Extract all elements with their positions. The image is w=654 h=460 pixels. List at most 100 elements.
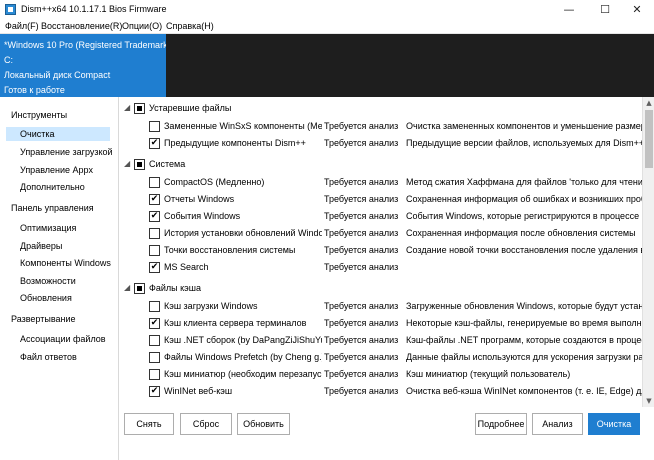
item-description: Очистка замененных компонентов и уменьше… [406, 121, 642, 131]
item-checkbox[interactable] [149, 369, 160, 380]
group-label: Устаревшие файлы [149, 103, 232, 113]
sidebar-item-drivers[interactable]: Драйверы [20, 241, 62, 251]
item-description: Кэш-файлы .NET программ, которые создают… [406, 335, 642, 345]
item-status: Требуется анализ [324, 318, 399, 328]
maximize-button[interactable]: ☐ [588, 0, 622, 19]
item-name: Точки восстановления системы [164, 245, 296, 255]
item-checkbox[interactable] [149, 245, 160, 256]
item-name: Кэш клиента сервера терминалов [164, 318, 307, 328]
item-name: Кэш миниатюр (необходим перезапуск ПК) [164, 369, 322, 379]
item-status: Требуется анализ [324, 121, 399, 131]
sidebar-item-components[interactable]: Компоненты Windows [20, 258, 111, 268]
sidebar: Инструменты Очистка Управление загрузкой… [0, 97, 119, 460]
session-panel[interactable]: *Windows 10 Pro (Registered Trademark) C… [0, 34, 171, 97]
item-name: Отчеты Windows [164, 194, 235, 204]
list-scrollbar[interactable]: ▲ ▼ [642, 97, 654, 407]
group-checkbox[interactable] [134, 103, 145, 114]
sidebar-header-tools: Инструменты [11, 110, 68, 120]
scroll-thumb[interactable] [645, 110, 653, 168]
uncheck-button[interactable]: Снять [124, 413, 174, 435]
menu-file[interactable]: Файл(F) [5, 21, 39, 31]
cleanup-item-row[interactable]: ✔ События Windows Требуется анализ События … [119, 208, 642, 225]
collapse-icon[interactable]: ◢ [124, 103, 130, 112]
item-status: Требуется анализ [324, 245, 399, 255]
item-name: Кэш загрузки Windows [164, 301, 258, 311]
session-disk: Локальный диск Compact [4, 70, 111, 80]
cleanup-item-row[interactable]: История установки обновлений Windows Треб… [119, 225, 642, 242]
collapse-icon[interactable]: ◢ [124, 283, 130, 292]
scroll-up-icon[interactable]: ▲ [643, 97, 654, 109]
cleanup-item-row[interactable]: Кэш .NET сборок (by DaPangZiJiShuYuan) Тр… [119, 332, 642, 349]
cleanup-item-row[interactable]: Файлы Windows Prefetch (by Cheng g.) Треб… [119, 349, 642, 366]
sidebar-item-appx[interactable]: Управление Appx [20, 165, 93, 175]
item-checkbox[interactable]: ✔ [149, 262, 160, 273]
refresh-button[interactable]: Обновить [237, 413, 290, 435]
cleanup-item-row[interactable]: Замененные WinSxS компоненты (Медленно)Т… [119, 118, 642, 135]
item-checkbox[interactable] [149, 121, 160, 132]
item-checkbox[interactable] [149, 352, 160, 363]
close-button[interactable]: ✕ [620, 0, 654, 19]
item-status: Требуется анализ [324, 301, 399, 311]
item-status: Требуется анализ [324, 386, 399, 396]
group-header[interactable]: ◢ Устаревшие файлы [119, 100, 642, 117]
sidebar-item-associations[interactable]: Ассоциации файлов [20, 334, 106, 344]
group-header[interactable]: ◢ Система [119, 156, 642, 173]
item-checkbox[interactable] [149, 228, 160, 239]
item-name: Файлы Windows Prefetch (by Cheng g.) [164, 352, 322, 362]
cleanup-item-row[interactable]: CompactOS (Медленно) Требуется анализ Мето… [119, 174, 642, 191]
cleanup-item-row[interactable]: Кэш миниатюр (необходим перезапуск ПК)Тр… [119, 366, 642, 383]
cleanup-item-row[interactable]: ✔ WinINet веб-кэш Требуется анализ Очистка … [119, 383, 642, 400]
item-description: Некоторые кэш-файлы, генерируемые во вре… [406, 318, 642, 328]
action-bar: Снять Сброс Обновить Подробнее Анализ Оч… [119, 407, 654, 460]
clean-button[interactable]: Очистка [588, 413, 640, 435]
sidebar-item-optimization[interactable]: Оптимизация [20, 223, 76, 233]
window-title: Dism++x64 10.1.17.1 Bios Firmware [21, 4, 167, 14]
item-checkbox[interactable]: ✔ [149, 211, 160, 222]
cleanup-item-row[interactable]: Точки восстановления системы Требуется ан… [119, 242, 642, 259]
item-status: Требуется анализ [324, 352, 399, 362]
item-name: Предыдущие компоненты Dism++ [164, 138, 306, 148]
sidebar-header-panel: Панель управления [11, 203, 94, 213]
details-button[interactable]: Подробнее [475, 413, 527, 435]
item-name: Замененные WinSxS компоненты (Медленно) [164, 121, 322, 131]
sidebar-item-features[interactable]: Возможности [20, 276, 76, 286]
item-checkbox[interactable] [149, 335, 160, 346]
item-description: Метод сжатия Хаффмана для файлов 'только… [406, 177, 642, 187]
collapse-icon[interactable]: ◢ [124, 159, 130, 168]
cleanup-item-row[interactable]: ✔ Отчеты Windows Требуется анализ Сохраненн… [119, 191, 642, 208]
item-name: Кэш .NET сборок (by DaPangZiJiShuYuan) [164, 335, 322, 345]
reset-button[interactable]: Сброс [180, 413, 232, 435]
item-name: CompactOS (Медленно) [164, 177, 265, 187]
sidebar-header-deploy: Развертывание [11, 314, 76, 324]
item-checkbox[interactable] [149, 301, 160, 312]
sidebar-item-advanced[interactable]: Дополнительно [20, 182, 85, 192]
session-drive: C: [4, 55, 13, 65]
item-checkbox[interactable]: ✔ [149, 386, 160, 397]
item-status: Требуется анализ [324, 262, 399, 272]
item-status: Требуется анализ [324, 335, 399, 345]
minimize-button[interactable]: — [552, 0, 586, 19]
sidebar-item-cleanup[interactable]: Очистка [6, 127, 110, 141]
group-checkbox[interactable] [134, 159, 145, 170]
item-checkbox[interactable] [149, 177, 160, 188]
item-checkbox[interactable]: ✔ [149, 194, 160, 205]
item-status: Требуется анализ [324, 138, 399, 148]
sidebar-item-answer-file[interactable]: Файл ответов [20, 352, 77, 362]
group-checkbox[interactable] [134, 283, 145, 294]
sidebar-item-boot[interactable]: Управление загрузкой [20, 147, 113, 157]
item-status: Требуется анализ [324, 177, 399, 187]
menu-restore[interactable]: Восстановление(R) [41, 21, 122, 31]
item-checkbox[interactable]: ✔ [149, 318, 160, 329]
cleanup-item-row[interactable]: ✔ Предыдущие компоненты Dism++ Требуется а… [119, 135, 642, 152]
scroll-down-icon[interactable]: ▼ [643, 395, 654, 407]
cleanup-item-row[interactable]: ✔ MS Search Требуется анализ [119, 259, 642, 276]
analyze-button[interactable]: Анализ [532, 413, 583, 435]
item-description: Предыдущие версии файлов, используемых д… [406, 138, 642, 148]
sidebar-item-updates[interactable]: Обновления [20, 293, 72, 303]
menu-help[interactable]: Справка(H) [166, 21, 214, 31]
item-checkbox[interactable]: ✔ [149, 138, 160, 149]
group-header[interactable]: ◢ Файлы кэша [119, 280, 642, 297]
menu-options[interactable]: Опции(O) [122, 21, 162, 31]
cleanup-item-row[interactable]: Кэш загрузки Windows Требуется анализ Загр… [119, 298, 642, 315]
cleanup-item-row[interactable]: ✔ Кэш клиента сервера терминалов Требуется… [119, 315, 642, 332]
